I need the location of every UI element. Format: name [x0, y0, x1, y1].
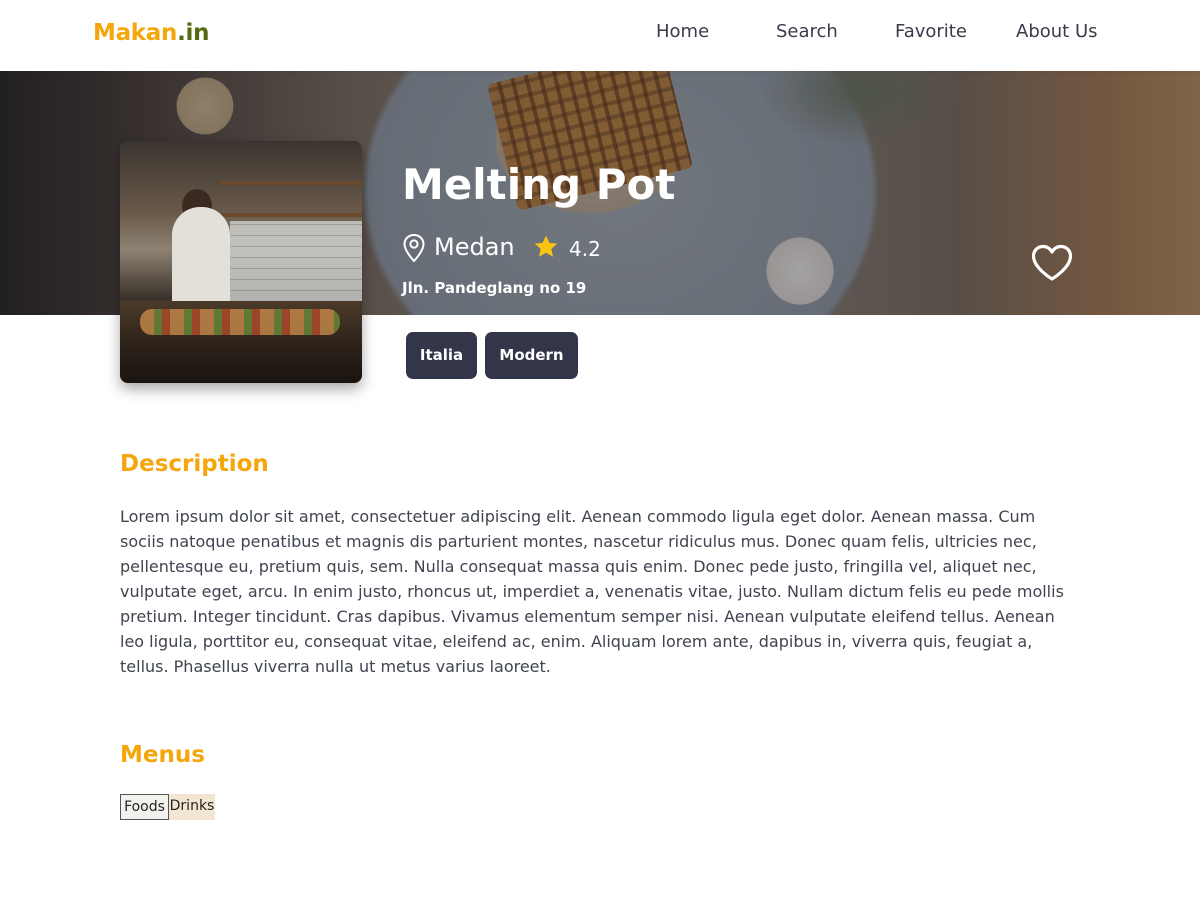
menus-heading: Menus — [120, 742, 205, 768]
thumbnail-shelf — [220, 181, 362, 185]
restaurant-name: Melting Pot — [402, 160, 676, 209]
restaurant-thumbnail — [120, 141, 362, 383]
thumbnail-food — [140, 309, 340, 335]
nav-favorite-link[interactable]: Favorite — [895, 21, 967, 42]
description-heading: Description — [120, 451, 269, 477]
thumbnail-shelf — [220, 213, 362, 217]
top-navbar: Makan.in Home Search Favorite About Us — [0, 0, 1200, 71]
main-nav: Home Search Favorite About Us — [0, 21, 1200, 47]
restaurant-address: Jln. Pandeglang no 19 — [402, 279, 587, 297]
restaurant-rating: 4.2 — [569, 237, 601, 261]
nav-search-link[interactable]: Search — [776, 21, 838, 42]
heart-icon[interactable] — [1030, 243, 1074, 283]
restaurant-city: Medan — [434, 233, 515, 261]
category-tag[interactable]: Italia — [406, 332, 477, 379]
description-text: Lorem ipsum dolor sit amet, consectetuer… — [120, 507, 1064, 676]
nav-about-link[interactable]: About Us — [1016, 21, 1098, 42]
map-pin-icon — [403, 233, 425, 263]
star-icon — [534, 235, 558, 257]
tab-drinks[interactable]: Drinks — [169, 794, 215, 820]
thumbnail-wall-tiles — [230, 221, 362, 301]
nav-home-link[interactable]: Home — [656, 21, 709, 42]
tab-foods[interactable]: Foods — [120, 794, 169, 820]
category-tag[interactable]: Modern — [485, 332, 578, 379]
